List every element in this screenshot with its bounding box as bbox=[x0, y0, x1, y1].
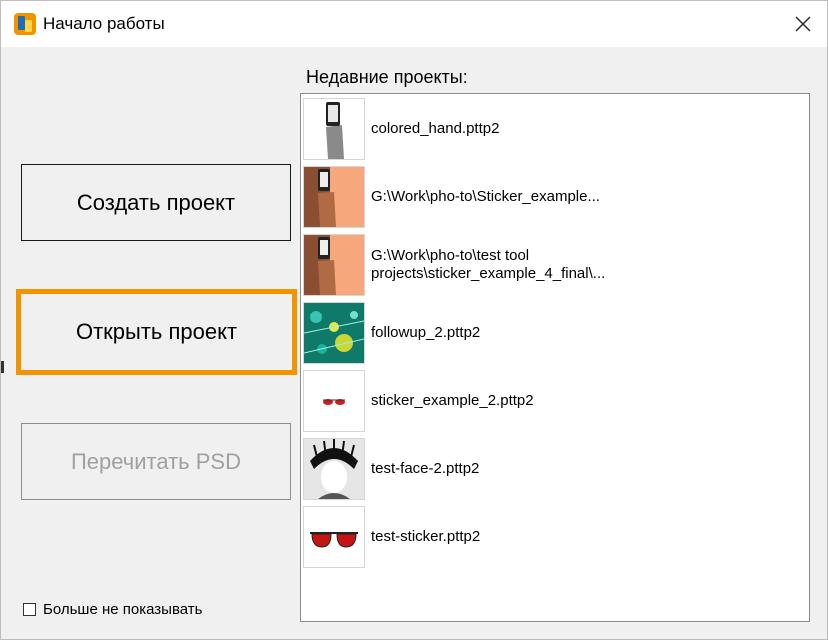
recent-project-item[interactable]: test-face-2.pttp2 bbox=[303, 437, 803, 501]
close-button[interactable] bbox=[779, 1, 827, 47]
sunglasses-thumbnail bbox=[303, 506, 365, 568]
recent-project-label: G:\Work\pho-to\test tool projects\sticke… bbox=[371, 247, 606, 282]
window-title: Начало работы bbox=[43, 14, 165, 33]
hand-phone-orange-thumbnail bbox=[303, 234, 365, 296]
edge-mark bbox=[1, 361, 4, 373]
reread-psd-button[interactable]: Перечитать PSD bbox=[21, 423, 291, 500]
recent-project-label: followup_2.pttp2 bbox=[371, 324, 481, 341]
green-abstract-thumbnail bbox=[303, 302, 365, 364]
close-icon bbox=[795, 16, 811, 32]
title-bar: Начало работы bbox=[1, 1, 827, 47]
app-logo-icon bbox=[13, 12, 37, 36]
hand-phone-orange-thumbnail bbox=[303, 166, 365, 228]
recent-project-label: colored_hand.pttp2 bbox=[371, 120, 500, 137]
start-dialog: Начало работы Создать проект Открыть про… bbox=[0, 0, 828, 640]
recent-project-item[interactable]: followup_2.pttp2 bbox=[303, 301, 803, 365]
recent-projects-heading: Недавние проекты: bbox=[306, 67, 468, 87]
dont-show-again-checkbox[interactable] bbox=[23, 603, 36, 616]
recent-projects-list[interactable]: colored_hand.pttp2 G:\Work\pho-to\Sticke… bbox=[300, 93, 810, 622]
recent-project-item[interactable]: sticker_example_2.pttp2 bbox=[303, 369, 803, 433]
face-hair-thumbnail bbox=[303, 438, 365, 500]
recent-project-label: test-sticker.pttp2 bbox=[371, 528, 481, 545]
dont-show-again-row[interactable]: Больше не показывать bbox=[23, 601, 202, 618]
create-project-button[interactable]: Создать проект bbox=[21, 164, 291, 241]
recent-project-label: sticker_example_2.pttp2 bbox=[371, 392, 534, 409]
hand-phone-gray-thumbnail bbox=[303, 98, 365, 160]
recent-project-item[interactable]: test-sticker.pttp2 bbox=[303, 505, 803, 569]
small-sunglasses-thumbnail bbox=[303, 370, 365, 432]
recent-project-item[interactable]: G:\Work\pho-to\test tool projects\sticke… bbox=[303, 233, 803, 297]
recent-project-label: G:\Work\pho-to\Sticker_example... bbox=[371, 188, 600, 205]
recent-project-label: test-face-2.pttp2 bbox=[371, 460, 480, 477]
open-project-button[interactable]: Открыть проект bbox=[16, 289, 297, 375]
recent-project-item[interactable]: G:\Work\pho-to\Sticker_example... bbox=[303, 165, 803, 229]
recent-project-item[interactable]: colored_hand.pttp2 bbox=[303, 97, 803, 161]
dont-show-again-label: Больше не показывать bbox=[43, 601, 203, 618]
